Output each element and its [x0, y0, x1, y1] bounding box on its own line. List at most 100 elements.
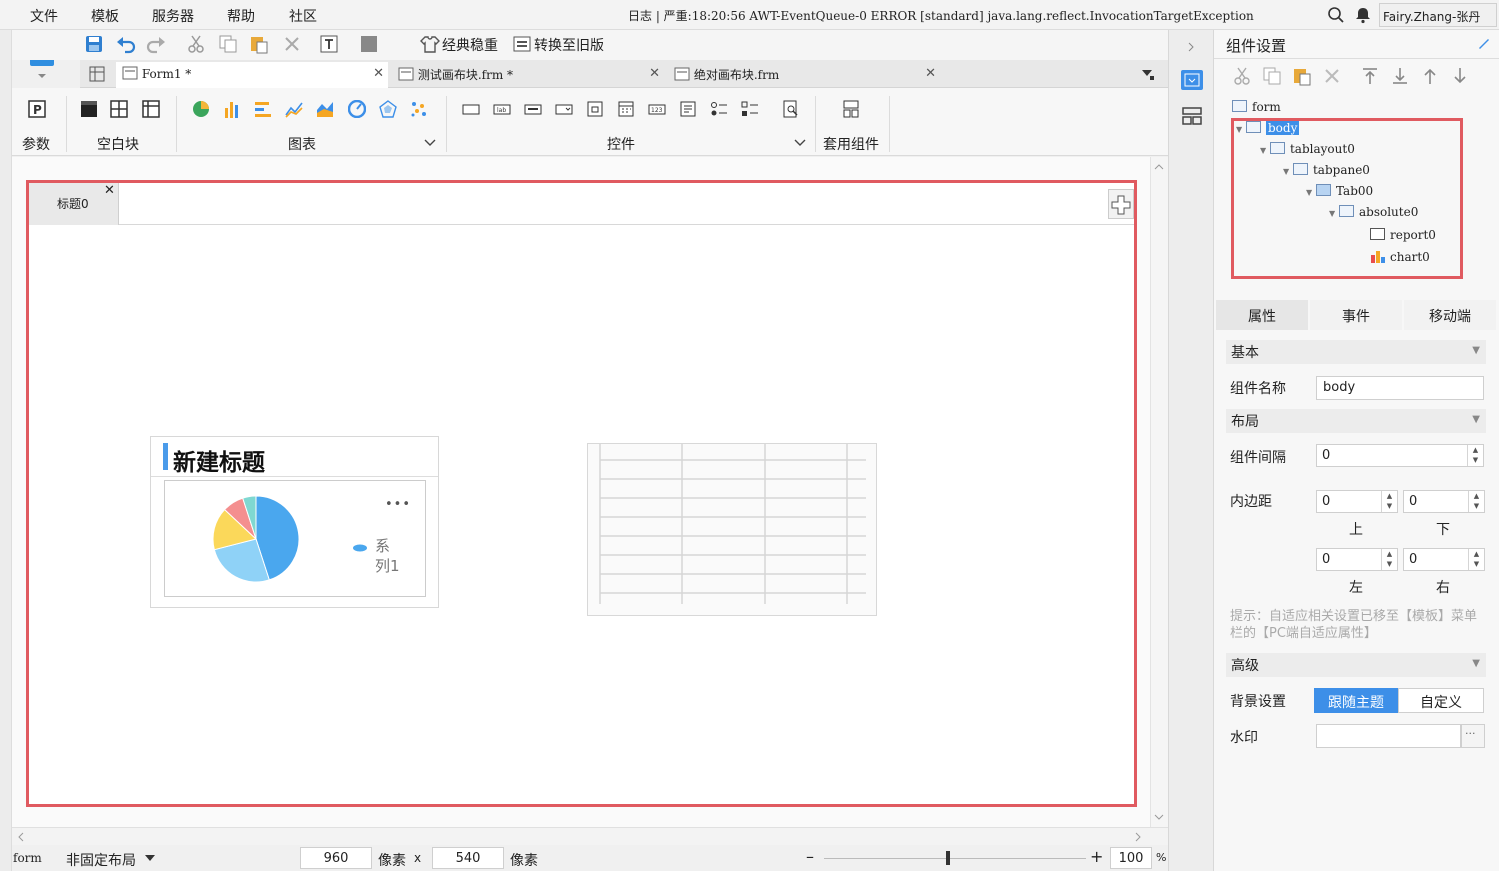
- line-chart-icon[interactable]: [285, 100, 303, 118]
- tab-form1[interactable]: Form1 * ✕: [116, 62, 388, 88]
- copy-icon[interactable]: [218, 34, 238, 54]
- cut-icon[interactable]: [1232, 66, 1252, 86]
- chevron-down-icon[interactable]: [1154, 813, 1164, 821]
- label-control-icon[interactable]: lab: [493, 100, 511, 118]
- calendar-control-icon[interactable]: [617, 100, 635, 118]
- padding-right-input[interactable]: 0 ▲ ▼: [1403, 548, 1485, 571]
- scatter-chart-icon[interactable]: [410, 100, 428, 118]
- log-message[interactable]: 日志 | 严重:18:20:56 AWT-EventQueue-0 ERROR …: [628, 7, 1254, 24]
- tab-title[interactable]: 标题0 ✕: [29, 183, 119, 225]
- more-options-icon[interactable]: •••: [385, 497, 411, 512]
- date-control-icon[interactable]: [586, 100, 604, 118]
- tab-list-icon[interactable]: [1140, 66, 1156, 82]
- apply-component-icon[interactable]: [842, 100, 860, 118]
- zoom-input[interactable]: 100: [1110, 847, 1152, 869]
- zoom-out-button[interactable]: –: [806, 847, 814, 866]
- component-settings-tab[interactable]: [1181, 70, 1203, 90]
- close-icon[interactable]: ✕: [104, 183, 115, 198]
- tab-properties[interactable]: 属性: [1216, 300, 1308, 330]
- spinner-arrows[interactable]: ▲ ▼: [1381, 549, 1397, 570]
- add-tab-button[interactable]: [1108, 189, 1134, 219]
- number-control-icon[interactable]: 123: [648, 100, 666, 118]
- chevron-right-icon[interactable]: [1134, 832, 1142, 842]
- section-basic[interactable]: 基本 ▼: [1226, 340, 1486, 364]
- bell-icon[interactable]: [1355, 6, 1371, 24]
- menu-community[interactable]: 社区: [289, 6, 317, 26]
- height-input[interactable]: 540: [432, 847, 504, 869]
- watermark-input[interactable]: [1316, 724, 1461, 748]
- convert-old-version-button[interactable]: 转换至旧版: [534, 35, 604, 55]
- report-widget[interactable]: [587, 443, 877, 616]
- component-library-icon[interactable]: [1181, 106, 1203, 126]
- preview-icon[interactable]: [359, 34, 379, 54]
- width-input[interactable]: 960: [300, 847, 372, 869]
- watermark-browse-button[interactable]: ···: [1461, 724, 1485, 748]
- grid-layout-icon[interactable]: [88, 65, 106, 83]
- menu-help[interactable]: 帮助: [227, 6, 255, 26]
- bg-custom-button[interactable]: 自定义: [1398, 688, 1484, 713]
- spinner-arrows[interactable]: ▲ ▼: [1381, 491, 1397, 512]
- tab-events[interactable]: 事件: [1310, 300, 1402, 330]
- area-chart-icon[interactable]: [316, 100, 334, 118]
- zoom-slider-track[interactable]: [824, 858, 1086, 859]
- delete-icon[interactable]: [1322, 66, 1342, 86]
- move-down-icon[interactable]: [1450, 66, 1470, 86]
- zoom-in-button[interactable]: +: [1090, 847, 1103, 866]
- copy-icon[interactable]: [1262, 66, 1282, 86]
- chevron-right-icon[interactable]: [1187, 42, 1195, 52]
- section-layout[interactable]: 布局 ▼: [1226, 409, 1486, 433]
- redo-icon[interactable]: [146, 34, 166, 54]
- classic-theme-button[interactable]: 经典稳重: [442, 35, 498, 55]
- chart-widget[interactable]: 新建标题 ••• 系列1: [150, 436, 439, 608]
- radar-chart-icon[interactable]: [379, 100, 397, 118]
- tab-block-icon[interactable]: [110, 100, 128, 118]
- zoom-slider-thumb[interactable]: [946, 851, 950, 865]
- tab-absolute-canvas[interactable]: 绝对画布块.frm ✕: [668, 62, 940, 88]
- pin-icon[interactable]: [1476, 35, 1492, 51]
- radio-group-icon[interactable]: [710, 100, 728, 118]
- chevron-down-icon[interactable]: [794, 138, 806, 148]
- bg-follow-theme-button[interactable]: 跟随主题: [1314, 688, 1398, 713]
- dropdown-control-icon[interactable]: [555, 100, 573, 118]
- move-up-icon[interactable]: [1420, 66, 1440, 86]
- param-icon[interactable]: P: [28, 100, 46, 118]
- tab-test-canvas[interactable]: 测试画布块.frm * ✕: [392, 62, 664, 88]
- chevron-down-icon[interactable]: [424, 138, 436, 148]
- bar-chart-icon[interactable]: [223, 100, 241, 118]
- search-query-icon[interactable]: [782, 100, 800, 118]
- checkbox-group-icon[interactable]: [741, 100, 759, 118]
- button-control-icon[interactable]: [524, 100, 542, 118]
- padding-bottom-input[interactable]: 0 ▲ ▼: [1403, 490, 1485, 513]
- save-icon[interactable]: [84, 34, 104, 54]
- user-account[interactable]: Fairy.Zhang-张丹: [1379, 3, 1497, 27]
- textbox-control-icon[interactable]: [462, 100, 480, 118]
- section-advanced[interactable]: 高级 ▼: [1226, 653, 1486, 677]
- close-icon[interactable]: ✕: [373, 66, 384, 81]
- table-block-icon[interactable]: [142, 100, 160, 118]
- search-icon[interactable]: [1327, 6, 1345, 24]
- spinner-arrows[interactable]: ▲ ▼: [1467, 445, 1483, 466]
- gauge-chart-icon[interactable]: [348, 100, 366, 118]
- delete-icon[interactable]: [282, 34, 302, 54]
- text-frame-icon[interactable]: [319, 34, 339, 54]
- undo-icon[interactable]: [116, 34, 136, 54]
- paste-icon[interactable]: [249, 34, 269, 54]
- padding-top-input[interactable]: 0 ▲ ▼: [1316, 490, 1398, 513]
- move-bottom-icon[interactable]: [1390, 66, 1410, 86]
- chevron-up-icon[interactable]: [1154, 163, 1164, 171]
- blank-block-icon[interactable]: [80, 100, 98, 118]
- component-name-input[interactable]: body: [1316, 376, 1484, 400]
- close-icon[interactable]: ✕: [649, 66, 660, 81]
- tab-mobile[interactable]: 移动端: [1404, 300, 1496, 330]
- move-top-icon[interactable]: [1360, 66, 1380, 86]
- dropdown-arrow-icon[interactable]: [145, 855, 155, 863]
- chevron-left-icon[interactable]: [17, 832, 25, 842]
- vertical-scrollbar[interactable]: [1150, 157, 1168, 827]
- horizontal-scrollbar[interactable]: [12, 827, 1168, 845]
- tree-node-form[interactable]: form: [1232, 100, 1281, 114]
- menu-file[interactable]: 文件: [30, 6, 58, 26]
- menu-template[interactable]: 模板: [91, 6, 119, 26]
- padding-left-input[interactable]: 0 ▲ ▼: [1316, 548, 1398, 571]
- close-icon[interactable]: ✕: [925, 66, 936, 81]
- menu-server[interactable]: 服务器: [152, 6, 194, 26]
